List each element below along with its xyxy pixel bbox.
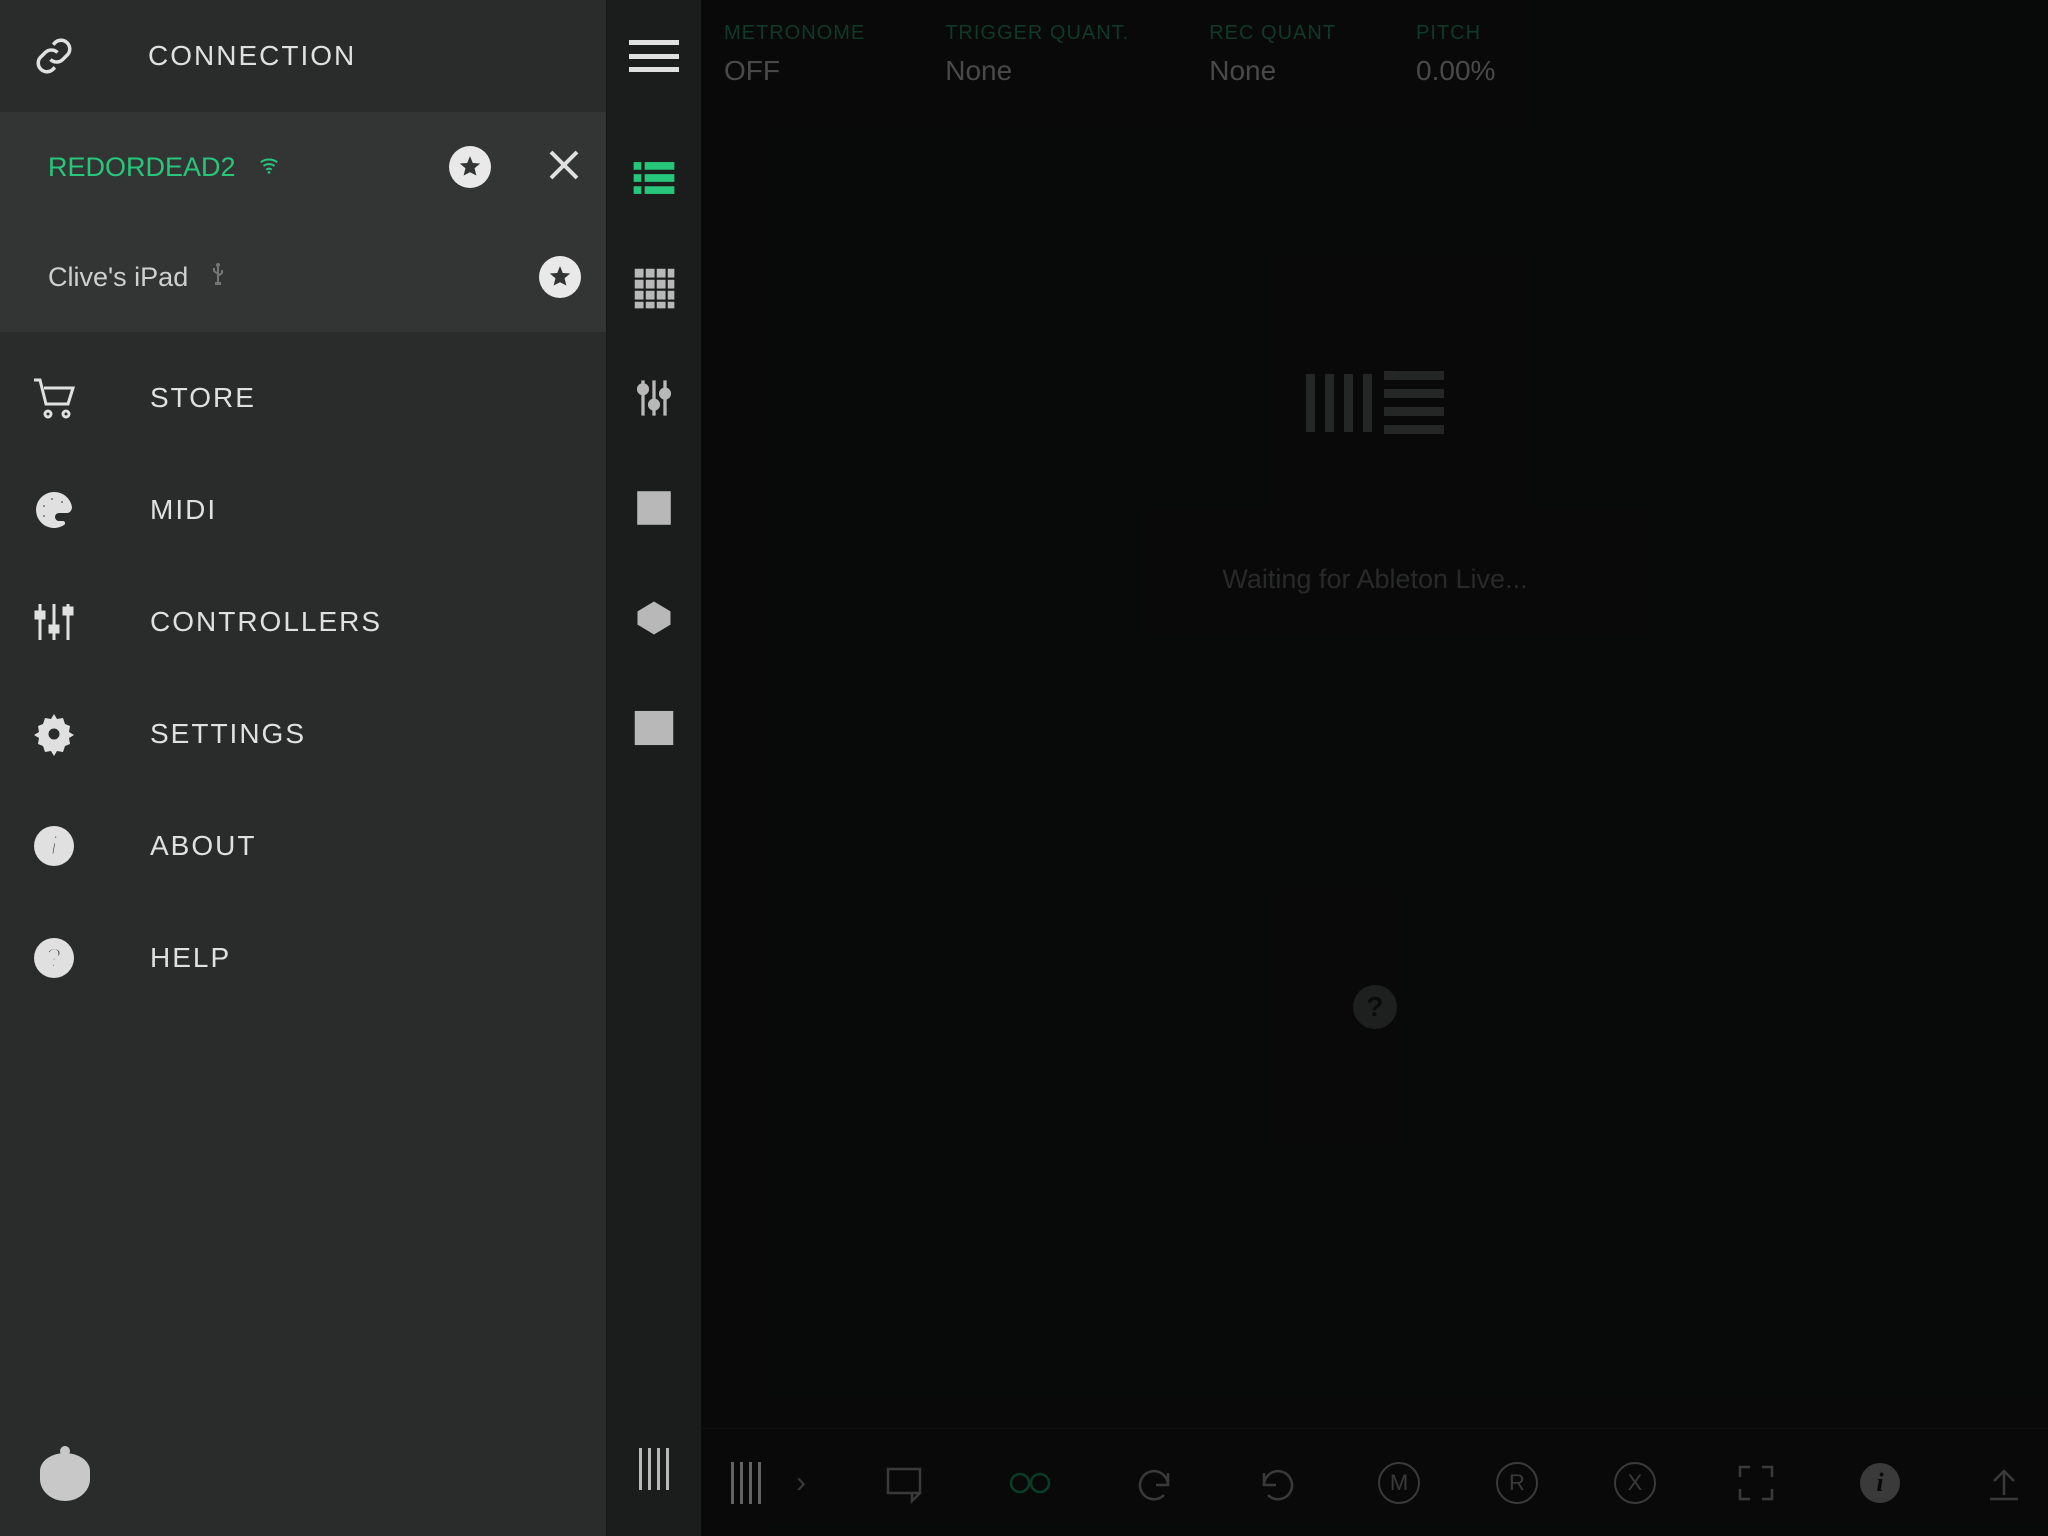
main-content: Waiting for Ableton Live... ? — [702, 112, 2048, 1428]
device-name: REDORDEAD2 — [48, 152, 236, 183]
metric-trigger-quant[interactable]: TRIGGER QUANT. None — [945, 22, 1129, 87]
metric-rec-quant[interactable]: REC QUANT None — [1209, 22, 1336, 87]
device-name: Clive's iPad — [48, 262, 188, 293]
menu-toggle-button[interactable] — [607, 0, 701, 112]
mixer-view-icon[interactable] — [632, 376, 676, 420]
device-list: REDORDEAD2 Clive's iPad — [0, 112, 606, 332]
device-view-icon[interactable] — [632, 486, 676, 530]
device-row-0[interactable]: REDORDEAD2 — [0, 112, 606, 222]
redo-icon[interactable] — [1254, 1459, 1302, 1507]
grid-view-icon[interactable] — [632, 266, 676, 310]
menu-label: SETTINGS — [150, 718, 306, 750]
metric-pitch[interactable]: PITCH 0.00% — [1416, 22, 1495, 87]
menu-item-about[interactable]: i ABOUT — [0, 790, 606, 902]
palette-icon — [30, 486, 78, 534]
info-icon: i — [30, 822, 78, 870]
menu-label: HELP — [150, 942, 231, 974]
gear-icon — [30, 710, 78, 758]
menu-item-store[interactable]: STORE — [0, 342, 606, 454]
menu-item-help[interactable]: ? HELP — [0, 902, 606, 1014]
ableton-logo-icon — [1306, 371, 1444, 434]
menu-item-controllers[interactable]: CONTROLLERS — [0, 566, 606, 678]
wifi-icon — [258, 152, 280, 183]
transport-bar: METRONOME OFF TRIGGER QUANT. None REC QU… — [702, 0, 2048, 112]
sidebar: CONNECTION REDORDEAD2 Clive's iPad — [0, 0, 606, 1536]
favorite-button[interactable] — [539, 256, 581, 298]
sidebar-header: CONNECTION — [0, 0, 606, 112]
undo-icon[interactable] — [1130, 1459, 1178, 1507]
disconnect-button[interactable] — [547, 148, 581, 187]
menu-label: CONTROLLERS — [150, 606, 382, 638]
hamburger-icon — [629, 40, 679, 72]
record-icon[interactable]: R — [1496, 1462, 1538, 1504]
menu-label: STORE — [150, 382, 256, 414]
favorite-button[interactable] — [449, 146, 491, 188]
menu-label: MIDI — [150, 494, 217, 526]
tracks-icon[interactable] — [722, 1459, 770, 1507]
bottom-toolbar: › M R X i — [702, 1428, 2048, 1536]
sidebar-menu: STORE MIDI CONTROLLERS SETTINGS i ABOUT — [0, 332, 606, 1416]
app-logo-icon — [30, 1441, 100, 1511]
sidebar-footer — [0, 1416, 606, 1536]
fullscreen-icon[interactable] — [1732, 1459, 1780, 1507]
view-toolstrip — [606, 0, 702, 1536]
metric-metronome[interactable]: METRONOME OFF — [724, 22, 865, 87]
module-view-icon[interactable] — [632, 596, 676, 640]
main-panel: METRONOME OFF TRIGGER QUANT. None REC QU… — [702, 0, 2048, 1536]
mute-icon[interactable]: M — [1378, 1462, 1420, 1504]
status-text: Waiting for Ableton Live... — [1222, 564, 1527, 595]
expand-right-icon[interactable]: › — [796, 1466, 806, 1500]
sliders-icon — [30, 598, 78, 646]
delete-icon[interactable]: X — [1614, 1462, 1656, 1504]
menu-item-midi[interactable]: MIDI — [0, 454, 606, 566]
svg-text:?: ? — [45, 942, 62, 973]
list-view-icon[interactable] — [632, 156, 676, 200]
svg-text:i: i — [50, 831, 58, 862]
loop-icon[interactable] — [1006, 1459, 1054, 1507]
menu-item-settings[interactable]: SETTINGS — [0, 678, 606, 790]
menu-label: ABOUT — [150, 830, 256, 862]
sidebar-title: CONNECTION — [148, 40, 356, 72]
cart-icon — [30, 374, 78, 422]
tracks-toggle-icon[interactable] — [639, 1444, 669, 1494]
help-bubble-icon[interactable]: ? — [1353, 985, 1397, 1029]
device-row-1[interactable]: Clive's iPad — [0, 222, 606, 332]
info-icon[interactable]: i — [1856, 1459, 1904, 1507]
return-clip-icon[interactable] — [882, 1459, 930, 1507]
usb-icon — [210, 262, 226, 293]
keys-view-icon[interactable] — [632, 706, 676, 750]
help-icon: ? — [30, 934, 78, 982]
upload-icon[interactable] — [1980, 1459, 2028, 1507]
connection-icon — [30, 32, 78, 80]
